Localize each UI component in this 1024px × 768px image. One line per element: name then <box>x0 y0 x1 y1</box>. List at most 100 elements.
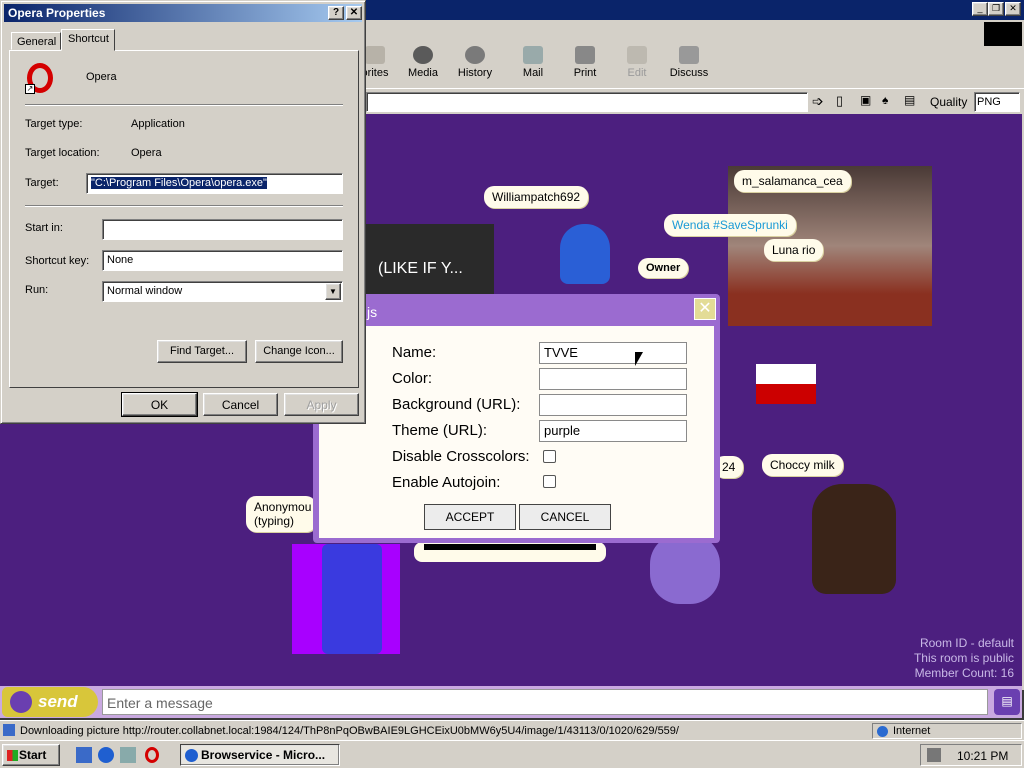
opera-properties-dialog: Opera Properties ? ✕ General Shortcut ↗ … <box>0 0 366 424</box>
system-tray: 10:21 PM <box>920 744 1022 766</box>
maximize-button[interactable]: ❐ <box>988 2 1004 16</box>
quality-label: Quality <box>930 95 968 109</box>
room-settings-body: Name: TVVE Color: Background (URL): Them… <box>319 326 714 538</box>
clipboard-icon[interactable]: ▤ <box>904 93 915 107</box>
run-value: Normal window <box>107 285 183 297</box>
target-input[interactable]: "C:\Program Files\Opera\opera.exe" <box>86 173 343 194</box>
globe-icon <box>877 726 888 737</box>
flag-image <box>756 364 816 404</box>
toolbar-history-button[interactable]: History <box>445 46 505 79</box>
quicklaunch-ie-icon[interactable] <box>98 747 114 763</box>
zone-label: Internet <box>893 725 931 737</box>
message-input[interactable]: Enter a message <box>102 689 988 715</box>
help-button[interactable]: ? <box>328 6 344 20</box>
toolbar-print-button[interactable]: Print <box>555 46 615 79</box>
quicklaunch-network-icon[interactable] <box>120 747 136 763</box>
change-icon-button[interactable]: Change Icon... <box>255 340 343 363</box>
divider <box>25 205 343 207</box>
app-name: Opera <box>86 71 117 83</box>
theme-input[interactable]: purple <box>539 420 687 442</box>
windows-flag-icon <box>7 750 18 761</box>
toolbar-edit-button[interactable]: Edit <box>607 46 667 79</box>
find-target-button[interactable]: Find Target... <box>157 340 247 363</box>
mail-icon <box>523 46 543 64</box>
shortcut-arrow-icon: ↗ <box>25 84 35 94</box>
room-settings-dialog: js ✕ Name: TVVE Color: Background (URL):… <box>313 294 720 543</box>
tray-network-icon[interactable] <box>927 748 941 762</box>
start-in-input[interactable] <box>102 219 343 240</box>
color-label: Color: <box>392 370 433 387</box>
background-input[interactable] <box>539 394 687 416</box>
toolbar-media-button[interactable]: Media <box>393 46 453 79</box>
close-button[interactable]: ✕ <box>346 6 362 20</box>
bubble-owner: Owner <box>638 258 689 278</box>
bubble-wenda: Wenda #SaveSprunki <box>664 214 796 236</box>
zoom-icon[interactable]: ▣ <box>860 93 871 107</box>
message-bar: send Enter a message ▤ <box>0 686 1022 718</box>
divider <box>25 104 343 106</box>
run-label: Run: <box>25 284 49 296</box>
cancel-button[interactable]: CANCEL <box>519 504 611 530</box>
member-count: Member Count: 16 <box>914 666 1014 680</box>
toolbar-label: Print <box>573 67 597 79</box>
close-dialog-button[interactable]: ✕ <box>694 298 716 320</box>
avatar-gorilla <box>812 484 896 594</box>
toolbar-discuss-button[interactable]: Discuss <box>659 46 719 79</box>
settings-button[interactable]: ▤ <box>994 689 1020 715</box>
toolbar-label: Mail <box>522 67 544 79</box>
target-label: Target: <box>25 177 59 189</box>
zone-indicator: Internet <box>872 723 1022 739</box>
shortcut-key-value: None <box>107 254 134 266</box>
shortcut-key-input[interactable]: None <box>102 250 343 271</box>
background-label: Background (URL): <box>392 396 521 413</box>
name-label: Name: <box>392 344 437 361</box>
minimize-button[interactable]: _ <box>972 2 988 16</box>
accept-button[interactable]: ACCEPT <box>424 504 516 530</box>
target-type-label: Target type: <box>25 118 83 130</box>
toolbar-label: History <box>457 67 493 79</box>
edit-icon <box>627 46 647 64</box>
bubble-m-salamanca: m_salamanca_cea <box>734 170 851 192</box>
color-input[interactable] <box>539 368 687 390</box>
go-arrow-icon[interactable]: ➩ <box>812 93 824 110</box>
send-label: send <box>38 692 78 711</box>
find-icon[interactable]: ♠ <box>882 93 888 107</box>
toolbar-label: Edit <box>627 67 647 79</box>
chevron-down-icon[interactable]: ▼ <box>325 283 341 300</box>
quicklaunch-desktop-icon[interactable] <box>76 747 92 763</box>
shortcut-key-label: Shortcut key: <box>25 255 90 267</box>
theme-value: purple <box>544 423 581 438</box>
status-bar: Downloading picture http://router.collab… <box>0 720 1024 740</box>
name-input[interactable]: TVVE <box>539 342 687 364</box>
bookmark-icon[interactable]: ▯ <box>836 93 843 109</box>
enable-autojoin-label: Enable Autojoin: <box>392 474 501 491</box>
run-select[interactable]: Normal window ▼ <box>102 281 343 302</box>
message-placeholder: Enter a message <box>107 695 213 711</box>
ok-button[interactable]: OK <box>121 392 198 417</box>
tab-general[interactable]: General <box>11 32 61 50</box>
room-public: This room is public <box>913 651 1014 665</box>
toolbar-mail-button[interactable]: Mail <box>503 46 563 79</box>
toolbar-label: Discuss <box>669 67 709 79</box>
tab-shortcut[interactable]: Shortcut <box>61 29 115 51</box>
send-button[interactable]: send <box>2 687 98 717</box>
enable-autojoin-checkbox[interactable] <box>543 475 556 488</box>
target-location-value: Opera <box>131 147 162 159</box>
quality-select[interactable]: PNG <box>974 92 1020 112</box>
close-window-button[interactable]: ✕ <box>1005 2 1021 16</box>
black-banner-inner <box>424 544 596 550</box>
cancel-button[interactable]: Cancel <box>203 393 278 416</box>
bubble-luna-rio: Luna rio <box>764 239 824 261</box>
ie-icon <box>185 749 198 762</box>
address-input[interactable] <box>366 92 808 112</box>
start-button[interactable]: Start <box>2 744 60 766</box>
favorites-icon <box>365 46 385 64</box>
room-settings-title: js <box>367 304 378 320</box>
apply-button[interactable]: Apply <box>284 393 359 416</box>
taskbar-browservice-button[interactable]: Browservice - Micro... <box>180 744 340 766</box>
avatar-blue <box>560 224 610 284</box>
video-caption: (LIKE IF Y... <box>378 260 463 277</box>
quicklaunch-opera-icon[interactable] <box>145 747 159 763</box>
disable-crosscolors-checkbox[interactable] <box>543 450 556 463</box>
windows-logo <box>984 22 1022 46</box>
